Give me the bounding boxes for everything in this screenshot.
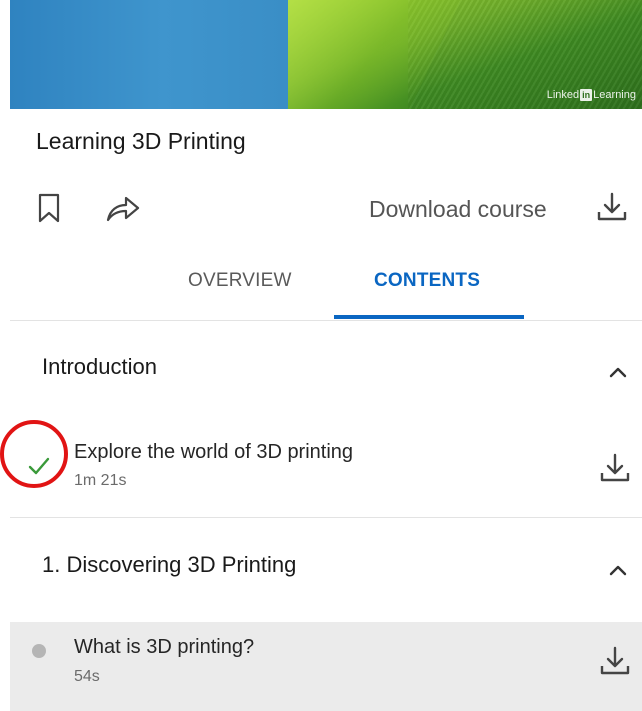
linkedin-learning-logo: Linked in Learning bbox=[546, 89, 636, 101]
active-tab-indicator bbox=[334, 315, 524, 319]
bookmark-icon[interactable] bbox=[37, 193, 61, 223]
tab-contents[interactable]: CONTENTS bbox=[374, 270, 480, 292]
banner-blue-panel bbox=[10, 0, 288, 109]
download-icon[interactable] bbox=[598, 644, 632, 678]
section-title: 1. Discovering 3D Printing bbox=[42, 552, 297, 577]
section-divider bbox=[10, 517, 642, 518]
lesson-item[interactable]: Explore the world of 3D printing 1m 21s bbox=[10, 434, 642, 504]
download-icon[interactable] bbox=[598, 451, 632, 485]
section-header-introduction[interactable]: Introduction bbox=[10, 340, 642, 400]
lesson-title: Explore the world of 3D printing bbox=[74, 441, 354, 463]
section-title: Introduction bbox=[42, 354, 157, 379]
course-actions-bar: Download course bbox=[0, 185, 642, 235]
lesson-title: What is 3D printing? bbox=[74, 636, 255, 658]
annotation-circle bbox=[0, 420, 68, 488]
chevron-up-icon[interactable] bbox=[604, 358, 632, 386]
course-title: Learning 3D Printing bbox=[36, 128, 246, 154]
section-header-discovering[interactable]: 1. Discovering 3D Printing bbox=[10, 538, 642, 598]
lesson-duration: 54s bbox=[74, 668, 100, 685]
chevron-up-icon[interactable] bbox=[604, 556, 632, 584]
share-icon[interactable] bbox=[105, 193, 141, 223]
course-tabs: OVERVIEW CONTENTS bbox=[10, 262, 642, 321]
download-course-button[interactable]: Download course bbox=[369, 196, 547, 223]
lesson-item[interactable]: What is 3D printing? 54s bbox=[10, 622, 642, 711]
download-icon[interactable] bbox=[595, 190, 629, 224]
course-banner: Linked in Learning bbox=[10, 0, 642, 109]
tab-overview[interactable]: OVERVIEW bbox=[188, 270, 292, 292]
not-started-dot-icon bbox=[32, 644, 46, 658]
lesson-duration: 1m 21s bbox=[74, 472, 127, 489]
